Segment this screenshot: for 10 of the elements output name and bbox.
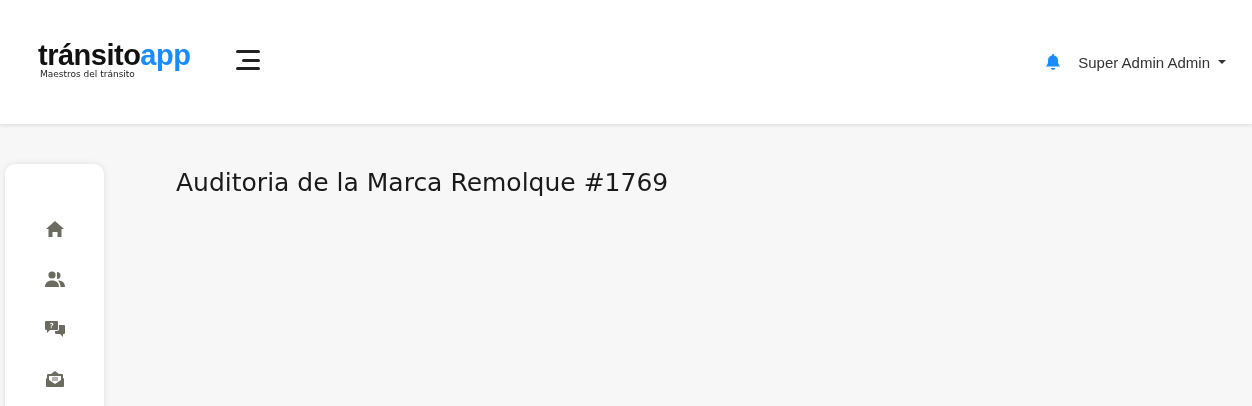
sidebar-item[interactable] [44, 370, 65, 388]
notification-bell-icon[interactable] [1046, 54, 1061, 70]
logo[interactable]: tránsitoapp Maestros del tránsito [38, 41, 191, 79]
sidebar-item[interactable] [44, 220, 65, 238]
sidebar-item[interactable] [44, 320, 65, 338]
sidebar-item[interactable] [44, 270, 65, 288]
caret-icon [1218, 60, 1226, 64]
user-menu[interactable]: Super Admin Admin [1078, 53, 1226, 71]
page-title: Auditoria de la Marca Remolque #1769 [176, 168, 669, 197]
menu-icon[interactable] [234, 50, 261, 70]
